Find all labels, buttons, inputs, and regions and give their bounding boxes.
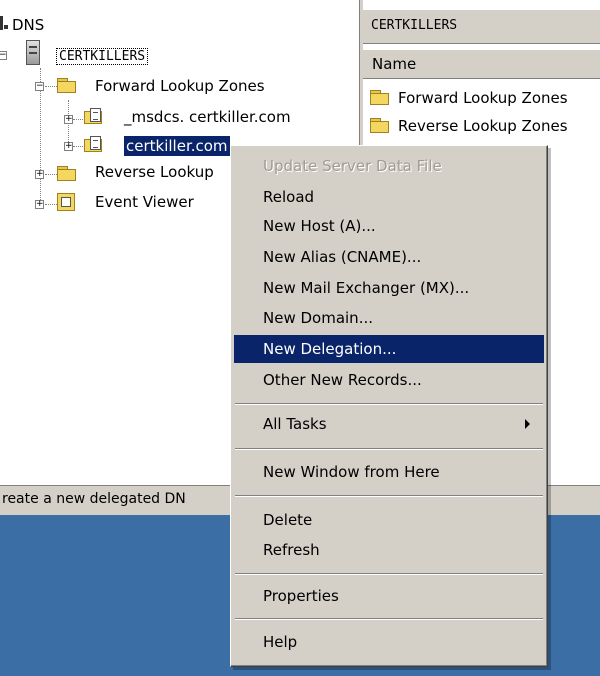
menu-new-domain[interactable]: New Domain... [234,304,544,332]
certkiller-zone-icon [84,136,104,153]
menu-refresh[interactable]: Refresh [234,536,544,564]
msdcs-zone-icon [84,108,104,125]
details-header: CERTKILLERS [363,10,600,44]
list-item-forward-lookup-zones[interactable]: Forward Lookup Zones [398,89,568,107]
server-icon [26,40,40,65]
reverse-zones-folder-icon [57,166,77,181]
menu-all-tasks[interactable]: All Tasks [234,410,544,438]
menu-new-delegation[interactable]: New Delegation... [234,335,544,363]
forward-zones-folder-icon [57,78,77,93]
menu-all-tasks-label: All Tasks [263,415,327,433]
dns-root-icon [0,16,10,30]
menu-new-host[interactable]: New Host (A)... [234,212,544,240]
menu-separator [235,573,543,575]
column-header-name[interactable]: Name [363,49,600,79]
tree-item-certkiller-selected[interactable]: certkiller.com [124,136,230,156]
menu-separator [235,448,543,450]
expand-reverse-zones-icon[interactable]: + [35,170,44,179]
tree-item-server[interactable]: CERTKILLERS [56,48,149,65]
tree-item-forward-lookup-zones[interactable]: Forward Lookup Zones [95,77,265,95]
forward-zones-list-folder-icon [370,90,390,105]
reverse-zones-list-folder-icon [370,118,390,133]
menu-new-window-from-here[interactable]: New Window from Here [234,458,544,486]
menu-other-new-records[interactable]: Other New Records... [234,366,544,394]
menu-separator [235,403,543,405]
menu-help[interactable]: Help [234,628,544,656]
expand-event-viewer-icon[interactable]: + [35,200,44,209]
menu-update-server-data-file: Update Server Data File [263,157,442,175]
expand-msdcs-icon[interactable]: + [64,115,73,124]
menu-separator [235,618,543,620]
collapse-forward-zones-icon[interactable]: − [35,82,44,91]
menu-properties[interactable]: Properties [234,582,544,610]
menu-delete[interactable]: Delete [234,506,544,534]
tree-item-dns[interactable]: DNS [12,16,44,34]
details-title: CERTKILLERS [371,18,458,33]
status-text: reate a new delegated DN [2,491,186,507]
context-menu: Update Server Data File Reload New Host … [230,145,548,667]
list-item-reverse-lookup-zones[interactable]: Reverse Lookup Zones [398,117,568,135]
menu-new-alias[interactable]: New Alias (CNAME)... [234,243,544,271]
expand-certkiller-icon[interactable]: + [64,142,73,151]
column-name-label: Name [372,55,417,73]
menu-reload[interactable]: Reload [234,183,544,211]
submenu-arrow-icon [525,419,530,429]
tree-item-event-viewer[interactable]: Event Viewer [95,193,194,211]
menu-new-mail-exchanger[interactable]: New Mail Exchanger (MX)... [234,274,544,302]
tree-item-reverse-lookup-zones[interactable]: Reverse Lookup [95,163,214,181]
menu-separator [235,495,543,497]
tree-item-msdcs[interactable]: _msdcs. certkiller.com [124,108,291,126]
collapse-server-icon[interactable]: − [0,51,7,60]
event-viewer-icon [57,193,75,211]
